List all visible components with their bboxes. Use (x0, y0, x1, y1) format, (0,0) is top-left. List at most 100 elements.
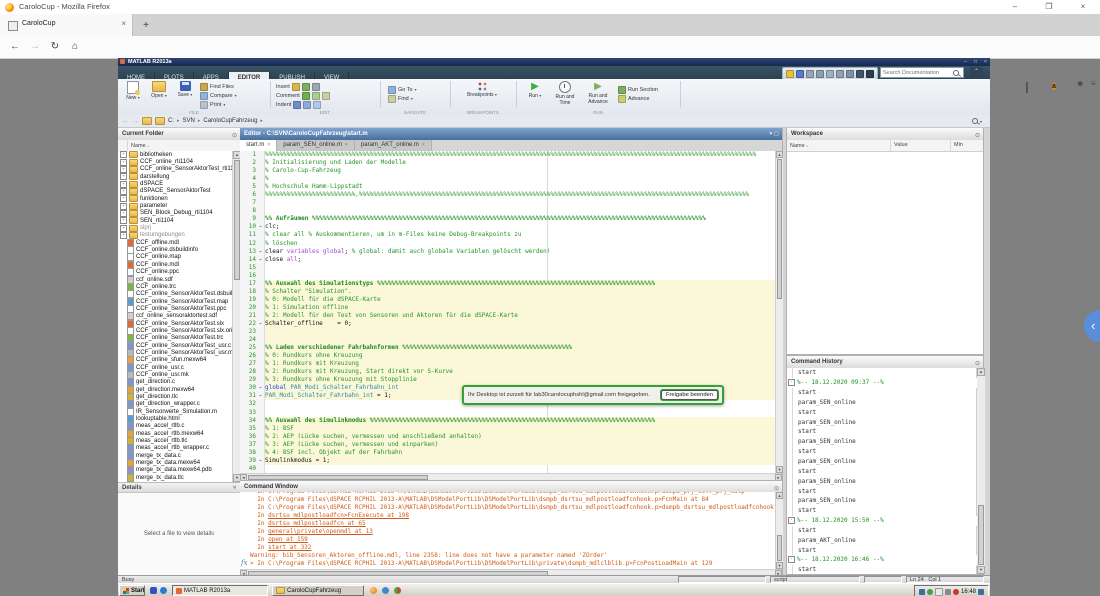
code-line[interactable]: 37% 3: AEP (Lücke suchen, vermessen und … (240, 441, 775, 449)
file-item[interactable]: ccf_online_sensoraktortest.sdf (118, 313, 232, 320)
undo-icon[interactable] (836, 70, 844, 78)
file-item[interactable]: lookuptable.html (118, 415, 232, 422)
paste-icon[interactable] (826, 70, 834, 78)
code-line[interactable]: 18% Schalter "Simulation". (240, 288, 775, 296)
quick-launch-icon[interactable] (160, 587, 167, 594)
find-button[interactable]: Find ▾ (388, 94, 417, 103)
breadcrumb-item[interactable]: SVN (183, 118, 195, 124)
code-line[interactable]: 8 (240, 207, 775, 215)
file-item[interactable]: IR_Sensorwerte_Simulation.m (118, 408, 232, 415)
browse-folder-icon[interactable] (142, 117, 152, 125)
search-documentation-input[interactable] (881, 70, 953, 76)
stop-sharing-button[interactable]: Freigabe beenden (661, 390, 718, 400)
session-options-toggle[interactable]: ‹ (1084, 310, 1100, 342)
account-icon[interactable]: ☻ (1076, 79, 1084, 88)
folder-item[interactable]: +dSPACE_SensorAktorTest (118, 188, 232, 195)
code-line[interactable]: 15 (240, 264, 775, 272)
editor-maximize-icon[interactable]: ▢ (774, 131, 779, 137)
code-line[interactable]: 13-clear variables global; % global: dam… (240, 248, 775, 256)
code-line[interactable]: 1%%%%%%%%%%%%%%%%%%%%%%%%%%%%%%%%%%%%%%%… (240, 151, 775, 159)
code-line[interactable]: 26% 0: Rundkurs ohne Kreuzung (240, 352, 775, 360)
file-item[interactable]: CCF_online_SensorAktorTest.trc (118, 335, 232, 342)
history-command[interactable]: param_SEN_online (787, 457, 977, 467)
menu-icon[interactable]: ≡ (1091, 79, 1096, 88)
file-item[interactable]: get_direction.mexw64 (118, 386, 232, 393)
editor-tab[interactable]: param_AKT_online.m× (355, 140, 432, 151)
code-area[interactable]: 1%%%%%%%%%%%%%%%%%%%%%%%%%%%%%%%%%%%%%%%… (240, 151, 775, 473)
code-line[interactable]: 11% clear all % Auskommentieren, um in m… (240, 231, 775, 239)
expand-icon[interactable]: + (120, 173, 127, 180)
taskbar-task-matlab[interactable]: MATLAB R2013a (172, 585, 268, 596)
folder-item[interactable]: +slprj (118, 224, 232, 231)
file-item[interactable]: ccf_online.sdf (118, 276, 232, 283)
code-line[interactable]: 20% 1: Simulation offline (240, 304, 775, 312)
taskbar-icon[interactable] (382, 587, 389, 594)
expand-icon[interactable]: + (120, 232, 127, 239)
expand-icon[interactable]: + (120, 188, 127, 195)
code-line[interactable]: 21% 2: Modell für den Test von Sensoren … (240, 312, 775, 320)
file-item[interactable]: CCF_online_usr.c (118, 364, 232, 371)
advance-button[interactable]: Advance (618, 94, 658, 103)
code-line[interactable]: 40 (240, 465, 775, 473)
tray-icon[interactable] (927, 589, 933, 595)
file-item[interactable]: CCF_online_SensorAktorTest_usr.mk (118, 349, 232, 356)
workspace-column-value[interactable]: Value (891, 140, 951, 151)
history-command[interactable]: start (787, 565, 977, 574)
comment-button[interactable]: Comment (276, 91, 330, 100)
editor-vscrollbar[interactable]: ▲ ▼ (775, 151, 783, 473)
history-command[interactable]: param_SEN_online (787, 398, 977, 408)
file-item[interactable]: CCF_online.dsbuildinfo (118, 246, 232, 253)
back-arrow-icon[interactable]: ← (122, 118, 129, 125)
file-item[interactable]: get_direction.tlc (118, 393, 232, 400)
folder-item[interactable]: +bibliotheken (118, 151, 232, 158)
indent-button[interactable]: Indent (276, 100, 330, 109)
editor-minimize-icon[interactable]: ▾ (770, 131, 773, 137)
forward-button[interactable]: → (26, 39, 44, 55)
file-item[interactable]: merge_tx_data.mexw64.pdb (118, 467, 232, 474)
file-item[interactable]: get_direction_wrapper.c (118, 401, 232, 408)
code-line[interactable]: 27% 1: Rundkurs mit Kreuzung (240, 360, 775, 368)
stack-trace-link[interactable]: dsrtsu_mdlpostloadfcn>FcnExecute at 198 (268, 512, 409, 519)
tray-icon[interactable] (919, 589, 925, 595)
expand-icon[interactable]: + (120, 151, 127, 158)
code-line[interactable]: 36% 2: AEP (Lücke suchen, vermessen und … (240, 433, 775, 441)
history-command[interactable]: start (787, 545, 977, 555)
expand-icon[interactable]: + (120, 159, 127, 166)
file-item[interactable]: CCF_offline.mdl (118, 239, 232, 246)
code-line[interactable]: 4% (240, 175, 775, 183)
close-tab-icon[interactable]: × (121, 19, 126, 28)
code-line[interactable]: 19% 0: Modell für die dSPACE-Karte (240, 296, 775, 304)
file-item[interactable]: CCF_online_SensorAktorTest.ppc (118, 305, 232, 312)
run-and-time-button[interactable]: Run and Time (550, 81, 580, 106)
new-script-icon[interactable] (786, 70, 794, 78)
code-line[interactable]: 7 (240, 199, 775, 207)
file-item[interactable]: CCF_online.map (118, 254, 232, 261)
code-line[interactable]: 16 (240, 272, 775, 280)
editor-tab[interactable]: param_SEN_online.m× (277, 140, 355, 151)
code-line[interactable]: 14-close all; (240, 256, 775, 264)
back-button[interactable]: ← (6, 39, 24, 55)
code-line[interactable]: 17%% Auswahl des Simulationstyps %%%%%%%… (240, 280, 775, 288)
file-item[interactable]: merge_tx_data.tlc (118, 474, 232, 481)
cut-icon[interactable] (806, 70, 814, 78)
forward-arrow-icon[interactable]: → (132, 118, 139, 125)
stack-trace-link[interactable]: start at 332 (268, 544, 311, 551)
file-item[interactable]: CCF_online_SensorAktorTest_usr.c (118, 342, 232, 349)
file-item[interactable]: meas_accel_rtlb.c (118, 423, 232, 430)
close-tab-icon[interactable]: × (345, 140, 348, 151)
file-item[interactable]: CCF_online_sfun.mexw64 (118, 357, 232, 364)
function-hints-icon[interactable]: fx (241, 559, 248, 567)
code-line[interactable]: 25%% Laden verschiedener Fahrbahnformen … (240, 344, 775, 352)
file-item[interactable]: CCF_online_SensorAktorTest.map (118, 298, 232, 305)
save-button[interactable]: Save ▾ (172, 81, 198, 98)
history-command[interactable]: start (787, 427, 977, 437)
matlab-close-button[interactable]: × (981, 58, 990, 66)
folder-item[interactable]: +dSPACE (118, 180, 232, 187)
code-line[interactable]: 3% Carolo-Cup-Fahrzeug (240, 167, 775, 175)
copy-icon[interactable] (816, 70, 824, 78)
breadcrumb-item[interactable]: C: (168, 118, 174, 124)
code-line[interactable]: 34%% Auswahl des Simulinkmodus %%%%%%%%%… (240, 417, 775, 425)
history-command[interactable]: param_SEN_online (787, 417, 977, 427)
stack-trace-link[interactable]: open at 159 (268, 536, 308, 543)
workspace-column-name[interactable]: Name ▵ (787, 140, 891, 151)
